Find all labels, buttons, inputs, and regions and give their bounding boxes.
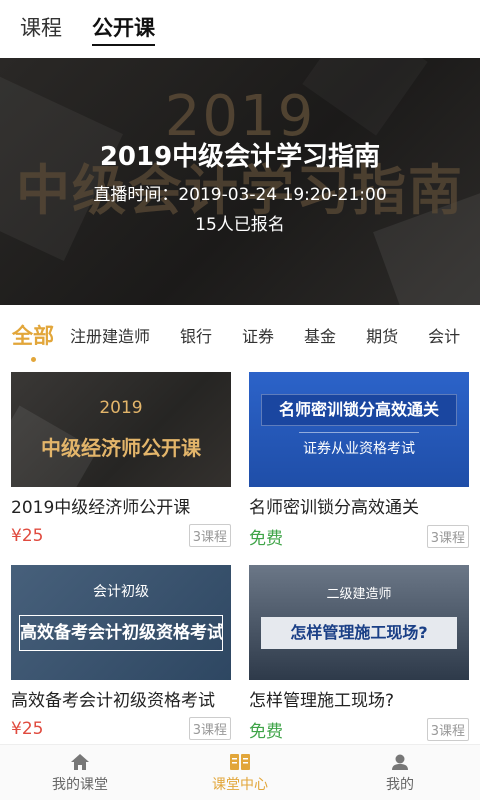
nav-label: 我的课堂 [52, 776, 108, 793]
course-meta: 免费 3课程 [249, 524, 469, 549]
course-price: ¥25 [11, 525, 44, 546]
course-thumbnail: 二级建造师 怎样管理施工现场? [249, 565, 469, 680]
course-thumbnail: 会计初级 高效备考会计初级资格考试 [11, 565, 231, 680]
category-futures[interactable]: 期货 [366, 323, 398, 347]
course-card[interactable]: 2019 中级经济师公开课 2019中级经济师公开课 ¥25 3课程 [11, 372, 231, 547]
course-title: 2019中级经济师公开课 [11, 498, 191, 518]
nav-mine[interactable]: 我的 [320, 745, 480, 800]
course-title: 名师密训锁分高效通关 [249, 498, 419, 518]
thumbnail-divider [299, 432, 419, 433]
course-meta: ¥25 3课程 [11, 524, 231, 547]
banner-time: 直播时间：2019-03-24 19:20-21:00 [93, 185, 387, 205]
course-thumbnail: 名师密训锁分高效通关 证券从业资格考试 [249, 372, 469, 487]
course-count-badge: 3课程 [188, 717, 231, 740]
course-count-badge: 3课程 [188, 524, 231, 547]
course-card[interactable]: 二级建造师 怎样管理施工现场? 怎样管理施工现场? 免费 3课程 [249, 565, 469, 742]
live-banner[interactable]: 2019 中级会计学习指南 2019中级会计学习指南 直播时间：2019-03-… [0, 58, 480, 305]
thumbnail-subtitle: 证券从业资格考试 [303, 441, 415, 457]
nav-label: 我的 [386, 776, 414, 793]
category-tab-bar: 全部 注册建造师 银行 证券 基金 期货 会计 [0, 305, 480, 365]
category-fund[interactable]: 基金 [304, 323, 336, 347]
thumbnail-category: 会计初级 [93, 584, 149, 600]
thumbnail-title: 名师密训锁分高效通关 [261, 394, 457, 426]
thumbnail-title: 怎样管理施工现场? [261, 617, 457, 649]
home-icon [69, 752, 91, 772]
thumbnail-title: 高效备考会计初级资格考试 [19, 615, 223, 651]
book-icon [229, 752, 251, 772]
category-bank[interactable]: 银行 [180, 323, 212, 347]
nav-label: 课堂中心 [212, 776, 268, 793]
banner-title: 2019中级会计学习指南 [99, 142, 381, 172]
thumbnail-title: 中级经济师公开课 [41, 436, 201, 460]
thumbnail-category: 二级建造师 [326, 587, 392, 602]
course-price: 免费 [249, 529, 283, 549]
category-securities[interactable]: 证券 [242, 323, 274, 347]
course-meta: ¥25 3课程 [11, 717, 231, 740]
nav-my-classroom[interactable]: 我的课堂 [0, 745, 160, 800]
course-title: 怎样管理施工现场? [249, 691, 395, 711]
user-icon [389, 752, 411, 772]
nav-class-center[interactable]: 课堂中心 [160, 745, 320, 800]
tab-open-courses[interactable]: 公开课 [92, 0, 155, 58]
course-count-badge: 3课程 [426, 525, 469, 548]
course-price: 免费 [249, 722, 283, 742]
course-count-badge: 3课程 [426, 718, 469, 741]
bottom-nav: 我的课堂 课堂中心 我的 [0, 744, 480, 800]
top-tab-bar: 课程 公开课 [0, 0, 480, 58]
course-meta: 免费 3课程 [249, 717, 469, 742]
category-accounting[interactable]: 会计 [428, 323, 460, 347]
course-price: ¥25 [11, 718, 44, 739]
category-all[interactable]: 全部 [12, 320, 54, 362]
course-title: 高效备考会计初级资格考试 [11, 691, 215, 711]
course-card[interactable]: 名师密训锁分高效通关 证券从业资格考试 名师密训锁分高效通关 免费 3课程 [249, 372, 469, 549]
tab-courses[interactable]: 课程 [20, 0, 62, 58]
category-construction-engineer[interactable]: 注册建造师 [70, 323, 150, 347]
course-card[interactable]: 会计初级 高效备考会计初级资格考试 高效备考会计初级资格考试 ¥25 3课程 [11, 565, 231, 740]
banner-enrolled-count: 15人已报名 [195, 215, 285, 235]
course-thumbnail: 2019 中级经济师公开课 [11, 372, 231, 487]
thumbnail-year: 2019 [99, 398, 143, 418]
